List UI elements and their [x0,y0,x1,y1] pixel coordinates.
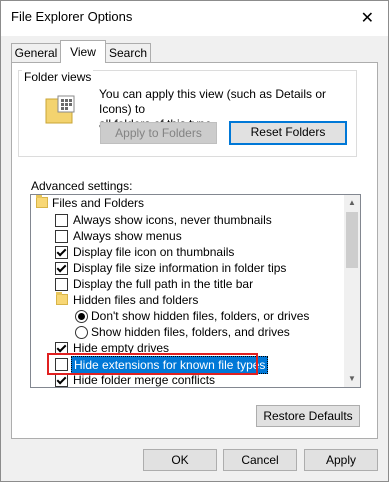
checkbox[interactable] [55,214,68,227]
restore-defaults-button[interactable]: Restore Defaults [256,405,360,427]
reset-folders-button[interactable]: Reset Folders [229,121,347,145]
tree-scrollbar[interactable]: ▲ ▼ [344,195,360,387]
checkbox[interactable] [55,230,68,243]
checkbox-checked[interactable] [55,374,68,387]
close-icon[interactable]: ✕ [361,8,374,28]
radio[interactable] [75,326,88,339]
radio-selected[interactable] [75,310,88,323]
folder-icon [56,292,68,305]
apply-button[interactable]: Apply [304,449,378,471]
title-bar: File Explorer Options ✕ [1,1,388,36]
window-title: File Explorer Options [11,9,133,24]
folder-views-label: Folder views [22,70,94,84]
ok-button[interactable]: OK [143,449,217,471]
scroll-thumb[interactable] [346,212,358,268]
annotation-highlight-box [47,353,258,375]
tab-view[interactable]: View [60,40,106,63]
tab-general[interactable]: General [11,43,61,62]
apply-to-folders-button[interactable]: Apply to Folders [100,122,217,144]
folder-icon [36,195,48,208]
scroll-up-icon[interactable]: ▲ [344,195,360,211]
tab-search[interactable]: Search [105,43,151,62]
file-explorer-options-dialog: File Explorer Options ✕ General View Sea… [0,0,389,482]
checkbox[interactable] [55,278,68,291]
cancel-button[interactable]: Cancel [223,449,297,471]
advanced-settings-label: Advanced settings: [31,179,133,193]
checkbox-checked[interactable] [55,262,68,275]
checkbox-checked[interactable] [55,246,68,259]
scroll-down-icon[interactable]: ▼ [344,371,360,387]
folder-views-icon [45,95,75,124]
